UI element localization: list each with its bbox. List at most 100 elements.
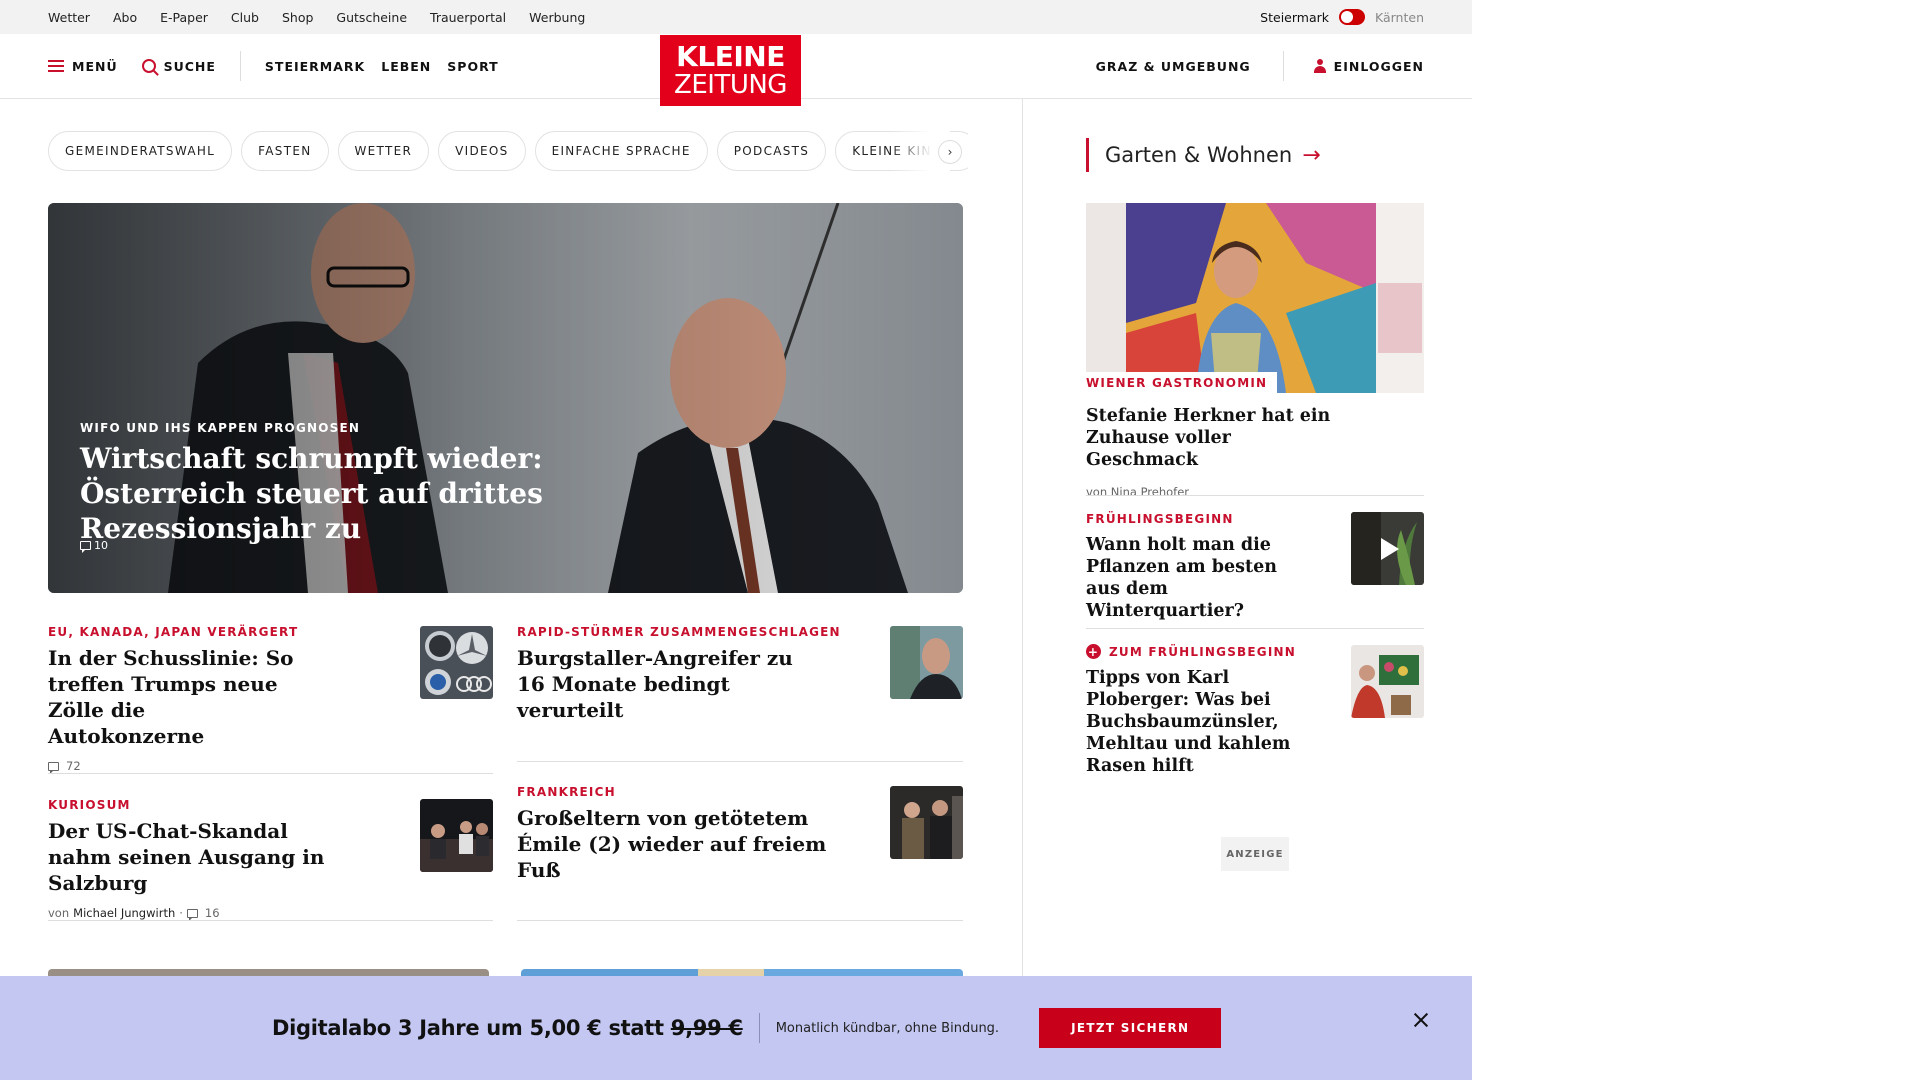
header-divider: [239, 51, 241, 81]
article-title[interactable]: Großeltern von getötetem Émile (2) wiede…: [517, 805, 857, 883]
comment-icon: [186, 908, 198, 921]
article-teaser-3[interactable]: KURIOSUM Der US-Chat-Skandal nahm seinen…: [48, 798, 378, 921]
promo-title: Digitalabo 3 Jahre um 5,00 € statt 9,99 …: [272, 1016, 743, 1040]
sidebar-feature-image[interactable]: [1086, 203, 1424, 393]
article-thumbnail-3[interactable]: [420, 799, 493, 872]
divider: [517, 920, 963, 921]
article-kicker: ZUM FRÜHLINGSBEGINN: [1109, 644, 1296, 659]
header-divider-right: [1282, 51, 1284, 81]
article-comment-count[interactable]: 72: [66, 759, 81, 773]
sidebar-article-1[interactable]: FRÜHLINGSBEGINN Wann holt man die Pflanz…: [1086, 512, 1336, 622]
tag-videos[interactable]: VIDEOS: [438, 131, 526, 171]
artwork-portrait-image: [1086, 203, 1424, 393]
utility-link-werbung[interactable]: Werbung: [529, 10, 585, 25]
utility-link-gutscheine[interactable]: Gutscheine: [336, 10, 407, 25]
article-teaser-2[interactable]: RAPID-STÜRMER ZUSAMMENGESCHLAGEN Burgsta…: [517, 625, 867, 723]
utility-link-wetter[interactable]: Wetter: [48, 10, 90, 25]
sidebar-article-2-thumbnail[interactable]: [1351, 645, 1424, 718]
search-button[interactable]: SUCHE: [141, 58, 216, 74]
article-teaser-1[interactable]: EU, KANADA, JAPAN VERÄRGERT In der Schus…: [48, 625, 378, 774]
search-label: SUCHE: [163, 58, 216, 74]
promo-old-price: 9,99 €: [670, 1016, 743, 1040]
ad-label: ANZEIGE: [1221, 837, 1289, 871]
tag-fasten[interactable]: FASTEN: [241, 131, 329, 171]
article-kicker: FRÜHLINGSBEGINN: [1086, 512, 1234, 526]
article-meta: von Michael Jungwirth · 16: [48, 906, 378, 921]
sidebar-feature-kicker: WIENER GASTRONOMIN: [1086, 372, 1278, 393]
utility-bar: Wetter Abo E-Paper Club Shop Gutscheine …: [0, 0, 1472, 34]
footballer-image: [890, 626, 963, 699]
hero-comment-count[interactable]: 10: [80, 539, 108, 553]
article-kicker: KURIOSUM: [48, 798, 131, 812]
utility-link-epaper[interactable]: E-Paper: [160, 10, 208, 25]
kleine-zeitung-logo[interactable]: KLEINE ZEITUNG: [660, 35, 801, 106]
article-title[interactable]: Wann holt man die Pflanzen am besten aus…: [1086, 534, 1296, 622]
comment-icon: [80, 541, 91, 553]
kleine-zeitung-page: Wetter Abo E-Paper Club Shop Gutscheine …: [0, 0, 1472, 1080]
login-label: EINLOGGEN: [1333, 58, 1424, 74]
region-active-label[interactable]: Steiermark: [1260, 10, 1329, 25]
utility-link-trauerportal[interactable]: Trauerportal: [430, 10, 506, 25]
panel-discussion-image: [420, 799, 493, 872]
article-title[interactable]: Tipps von Karl Ploberger: Was bei Buchsb…: [1086, 667, 1336, 777]
header-left: MENÜ SUCHE STEIERMARK LEBEN SPORT: [48, 34, 523, 98]
hero-title[interactable]: Wirtschaft schrumpft wieder: Österreich …: [80, 441, 700, 546]
divider: [1086, 495, 1424, 496]
car-logos-image: [420, 626, 493, 699]
promo-divider: [758, 1013, 760, 1043]
sidebar-video-thumbnail[interactable]: [1351, 512, 1424, 585]
sidebar-feature-article[interactable]: Stefanie Herkner hat ein Zuhause voller …: [1086, 405, 1424, 499]
article-kicker-row: + ZUM FRÜHLINGSBEGINN: [1086, 644, 1336, 659]
utility-link-abo[interactable]: Abo: [113, 10, 137, 25]
menu-button[interactable]: MENÜ: [48, 59, 118, 74]
section-heading-garten-wohnen[interactable]: Garten & Wohnen →: [1086, 138, 1321, 172]
local-edition-link[interactable]: GRAZ & UMGEBUNG: [1096, 59, 1251, 74]
region-inactive-label[interactable]: Kärnten: [1375, 10, 1424, 25]
divider: [48, 773, 493, 774]
menu-label: MENÜ: [72, 58, 118, 74]
utility-links: Wetter Abo E-Paper Club Shop Gutscheine …: [48, 0, 608, 34]
subscribe-button[interactable]: JETZT SICHERN: [1039, 1008, 1222, 1048]
article-thumbnail-1[interactable]: [420, 626, 493, 699]
close-icon[interactable]: [1410, 1009, 1432, 1031]
logo-line-2: ZEITUNG: [674, 70, 787, 100]
article-title[interactable]: Burgstaller-Angreifer zu 16 Monate bedin…: [517, 645, 817, 723]
utility-link-shop[interactable]: Shop: [282, 10, 313, 25]
article-comment-count[interactable]: 16: [205, 906, 220, 920]
login-button[interactable]: EINLOGGEN: [1313, 58, 1424, 74]
tag-einfache-sprache[interactable]: EINFACHE SPRACHE: [534, 131, 708, 171]
divider: [48, 920, 493, 921]
article-title[interactable]: In der Schusslinie: So treffen Trumps ne…: [48, 645, 298, 749]
hero-article[interactable]: WIFO UND IHS KAPPEN PROGNOSEN Wirtschaft…: [48, 203, 963, 593]
article-thumbnail-4[interactable]: [890, 786, 963, 859]
hero-comment-number: 10: [94, 539, 108, 552]
hamburger-icon: [48, 60, 64, 72]
article-thumbnail-2[interactable]: [890, 626, 963, 699]
plus-icon: +: [1086, 644, 1101, 659]
chevron-right-icon[interactable]: ›: [938, 140, 962, 164]
sidebar-article-2[interactable]: + ZUM FRÜHLINGSBEGINN Tipps von Karl Plo…: [1086, 644, 1336, 777]
author-name[interactable]: Michael Jungwirth: [73, 906, 175, 920]
sidebar-feature-title[interactable]: Stefanie Herkner hat ein Zuhause voller …: [1086, 405, 1336, 471]
region-toggle[interactable]: [1339, 9, 1365, 25]
article-teaser-4[interactable]: FRANKREICH Großeltern von getötetem Émil…: [517, 785, 867, 883]
nav-sport[interactable]: SPORT: [447, 59, 498, 74]
nav-leben[interactable]: LEBEN: [381, 59, 431, 74]
tag-podcasts[interactable]: PODCASTS: [716, 131, 827, 171]
user-icon: [1313, 59, 1326, 73]
play-icon: [1380, 537, 1399, 560]
tag-gemeinderatswahl[interactable]: GEMEINDERATSWAHL: [48, 131, 233, 171]
article-kicker: FRANKREICH: [517, 785, 616, 799]
utility-link-club[interactable]: Club: [231, 10, 259, 25]
arrow-right-icon: →: [1302, 142, 1321, 168]
column-divider: [1022, 99, 1023, 1080]
article-title[interactable]: Der US-Chat-Skandal nahm seinen Ausgang …: [48, 818, 348, 896]
header-right: GRAZ & UMGEBUNG EINLOGGEN: [1096, 34, 1424, 98]
logo-line-1: KLEINE: [676, 40, 785, 73]
author-prefix: von: [48, 906, 70, 920]
subscription-promo-bar: Digitalabo 3 Jahre um 5,00 € statt 9,99 …: [0, 976, 1472, 1080]
article-meta: 72: [48, 759, 378, 774]
tag-wetter[interactable]: WETTER: [337, 131, 430, 171]
hero-kicker: WIFO UND IHS KAPPEN PROGNOSEN: [80, 421, 361, 435]
nav-steiermark[interactable]: STEIERMARK: [265, 59, 365, 74]
